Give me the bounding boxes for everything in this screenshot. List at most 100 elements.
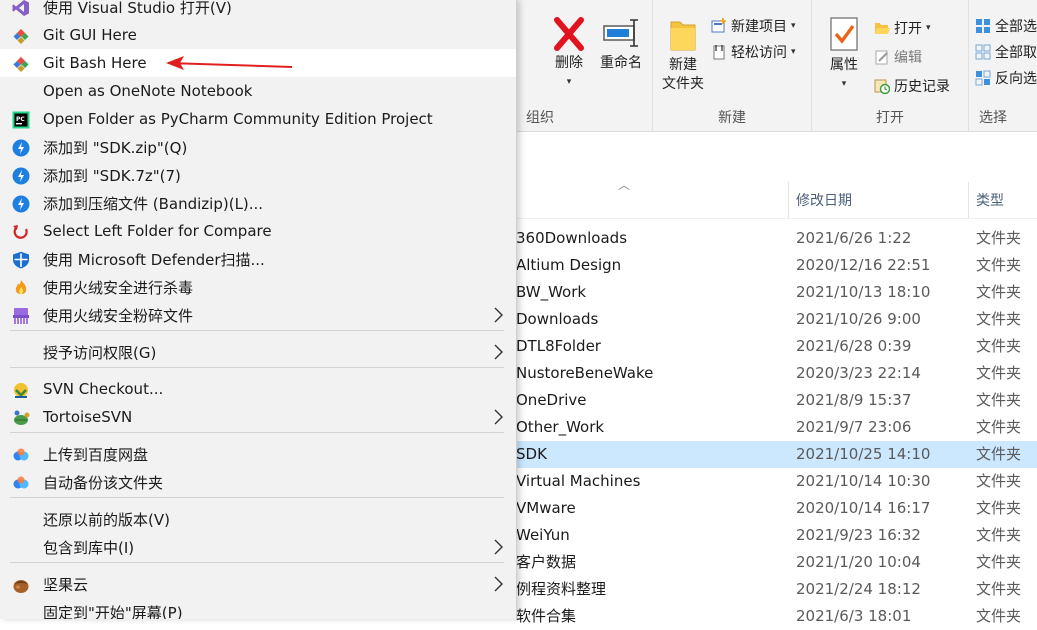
menu-item-git-gui-here[interactable]: Git GUI Here	[0, 21, 516, 49]
file-date: 2021/10/25 14:10	[796, 445, 931, 463]
menu-item-label: Git GUI Here	[43, 26, 137, 44]
ribbon-group-new: 新建 文件夹 新建项目 ▾ 轻松访问 ▾ 新建	[653, 0, 812, 131]
bandizip-icon	[12, 167, 30, 185]
file-type: 文件夹	[976, 580, 1022, 598]
menu-item-label: 使用 Microsoft Defender扫描...	[43, 250, 265, 269]
delete-button[interactable]: 删除 ▾	[546, 16, 592, 92]
menu-separator	[10, 562, 504, 563]
menu-item-label: 授予访问权限(G)	[43, 343, 157, 362]
defender-shield-icon	[12, 251, 30, 269]
new-folder-button[interactable]: 新建 文件夹	[657, 16, 709, 94]
menu-item-i[interactable]: 包含到库中(I)	[0, 533, 516, 561]
column-divider[interactable]	[968, 182, 969, 218]
select-all-icon	[976, 19, 990, 33]
file-type: 文件夹	[976, 418, 1022, 436]
file-date: 2020/12/16 22:51	[796, 256, 931, 274]
new-folder-icon	[670, 21, 696, 51]
menu-item[interactable]: 坚果云	[0, 570, 516, 598]
file-type: 文件夹	[976, 553, 1022, 571]
file-date: 2020/3/23 22:14	[796, 364, 921, 382]
menu-item-sdk-zip-q[interactable]: 添加到 "SDK.zip"(Q)	[0, 133, 516, 161]
select-group-label: 选择	[979, 110, 1007, 126]
chevron-right-icon	[492, 537, 504, 557]
file-name: 软件合集	[516, 607, 577, 625]
properties-button[interactable]: 属性 ▾	[820, 16, 868, 94]
file-type: 文件夹	[976, 256, 1022, 274]
menu-separator	[10, 367, 504, 368]
file-date: 2020/10/14 16:17	[796, 499, 931, 517]
file-date: 2021/6/3 18:01	[796, 607, 912, 625]
rename-button[interactable]: 重命名	[596, 16, 646, 73]
file-date: 2021/9/7 23:06	[796, 418, 912, 436]
file-date: 2021/10/14 10:30	[796, 472, 931, 490]
file-date: 2021/6/28 0:39	[796, 337, 912, 355]
column-header-date[interactable]: 修改日期	[796, 190, 852, 210]
column-divider[interactable]	[788, 182, 789, 218]
delete-label: 删除	[555, 55, 583, 71]
open-button[interactable]: 打开 ▾	[874, 18, 931, 38]
ribbon-group-organize: 剪切 删除 ▾ 重命名 组织	[508, 0, 653, 131]
file-name: WeiYun	[516, 526, 570, 544]
chevron-down-icon: ▾	[791, 21, 796, 31]
menu-item[interactable]: 自动备份该文件夹	[0, 468, 516, 496]
file-name: Altium Design	[516, 256, 622, 274]
file-name: 客户数据	[516, 553, 577, 571]
menu-item-open-as-onenote-notebook[interactable]: Open as OneNote Notebook	[0, 77, 516, 105]
menu-item-select-left-folder-for-compare[interactable]: Select Left Folder for Compare	[0, 217, 516, 245]
sort-ascending-icon[interactable]: ︿	[618, 176, 630, 193]
menu-item-p[interactable]: 固定到"开始"屏幕(P)	[0, 598, 516, 620]
easy-access-button[interactable]: 轻松访问 ▾	[711, 42, 796, 62]
bandizip-icon	[12, 139, 30, 157]
file-name: OneDrive	[516, 391, 587, 409]
menu-item[interactable]: 使用火绒安全进行杀毒	[0, 273, 516, 301]
context-menu: 使用 Visual Studio 打开(V) Git GUI Here Git Ba…	[0, 0, 517, 619]
menu-item-sdk-7z-7[interactable]: 添加到 "SDK.7z"(7)	[0, 161, 516, 189]
invert-selection-label: 反向选择	[995, 71, 1037, 87]
file-name: SDK	[516, 445, 547, 463]
column-header-type[interactable]: 类型	[976, 190, 1004, 210]
edit-label: 编辑	[894, 50, 922, 66]
select-all-button[interactable]: 全部选择	[975, 16, 1037, 36]
menu-item[interactable]: 使用火绒安全粉碎文件	[0, 301, 516, 329]
menu-item-open-folder-as-pycharm-community-edition-project[interactable]: PC Open Folder as PyCharm Community Editi…	[0, 105, 516, 133]
file-name: Downloads	[516, 310, 599, 328]
menu-item-label: Git Bash Here	[43, 54, 147, 72]
menu-item-label: Select Left Folder for Compare	[43, 222, 272, 240]
new-item-label: 新建项目	[731, 19, 787, 35]
file-name: VMware	[516, 499, 576, 517]
git-icon	[12, 27, 30, 45]
menu-item-label: 固定到"开始"屏幕(P)	[43, 603, 183, 620]
easy-access-label: 轻松访问	[731, 45, 787, 61]
menu-item-tortoisesvn[interactable]: TortoiseSVN	[0, 403, 516, 431]
file-type: 文件夹	[976, 607, 1022, 625]
edit-pencil-icon	[875, 50, 888, 65]
new-item-button[interactable]: 新建项目 ▾	[711, 16, 796, 36]
invert-selection-button[interactable]: 反向选择	[975, 68, 1037, 88]
history-label: 历史记录	[894, 79, 950, 95]
file-date: 2021/8/9 15:37	[796, 391, 912, 409]
menu-item[interactable]: 上传到百度网盘	[0, 440, 516, 468]
column-header-name[interactable]: 名称	[516, 190, 526, 210]
new-folder-label-line2: 文件夹	[662, 76, 704, 92]
chevron-right-icon	[492, 342, 504, 362]
menu-item-v[interactable]: 还原以前的版本(V)	[0, 505, 516, 533]
menu-item-svn-checkout[interactable]: SVN Checkout...	[0, 375, 516, 403]
select-none-label: 全部取消	[995, 45, 1037, 61]
chevron-right-icon	[492, 305, 504, 325]
file-name: 360Downloads	[516, 229, 628, 247]
menu-item-label: 使用火绒安全粉碎文件	[43, 306, 194, 325]
menu-item-bandizip-l[interactable]: 添加到压缩文件 (Bandizip)(L)...	[0, 189, 516, 217]
menu-item-label: 上传到百度网盘	[43, 445, 149, 464]
select-none-icon	[975, 44, 991, 60]
visual-studio-icon	[12, 0, 30, 17]
edit-button[interactable]: 编辑	[874, 47, 922, 67]
menu-item-microsoft-defender[interactable]: 使用 Microsoft Defender扫描...	[0, 245, 516, 273]
menu-separator	[10, 497, 504, 498]
select-all-label: 全部选择	[995, 19, 1037, 35]
select-none-button[interactable]: 全部取消	[975, 42, 1037, 62]
shredder-icon	[12, 307, 30, 325]
menu-item-visual-studio-v[interactable]: 使用 Visual Studio 打开(V)	[0, 0, 516, 21]
history-button[interactable]: 历史记录	[874, 76, 950, 96]
menu-item-label: TortoiseSVN	[43, 408, 133, 426]
menu-item-g[interactable]: 授予访问权限(G)	[0, 338, 516, 366]
